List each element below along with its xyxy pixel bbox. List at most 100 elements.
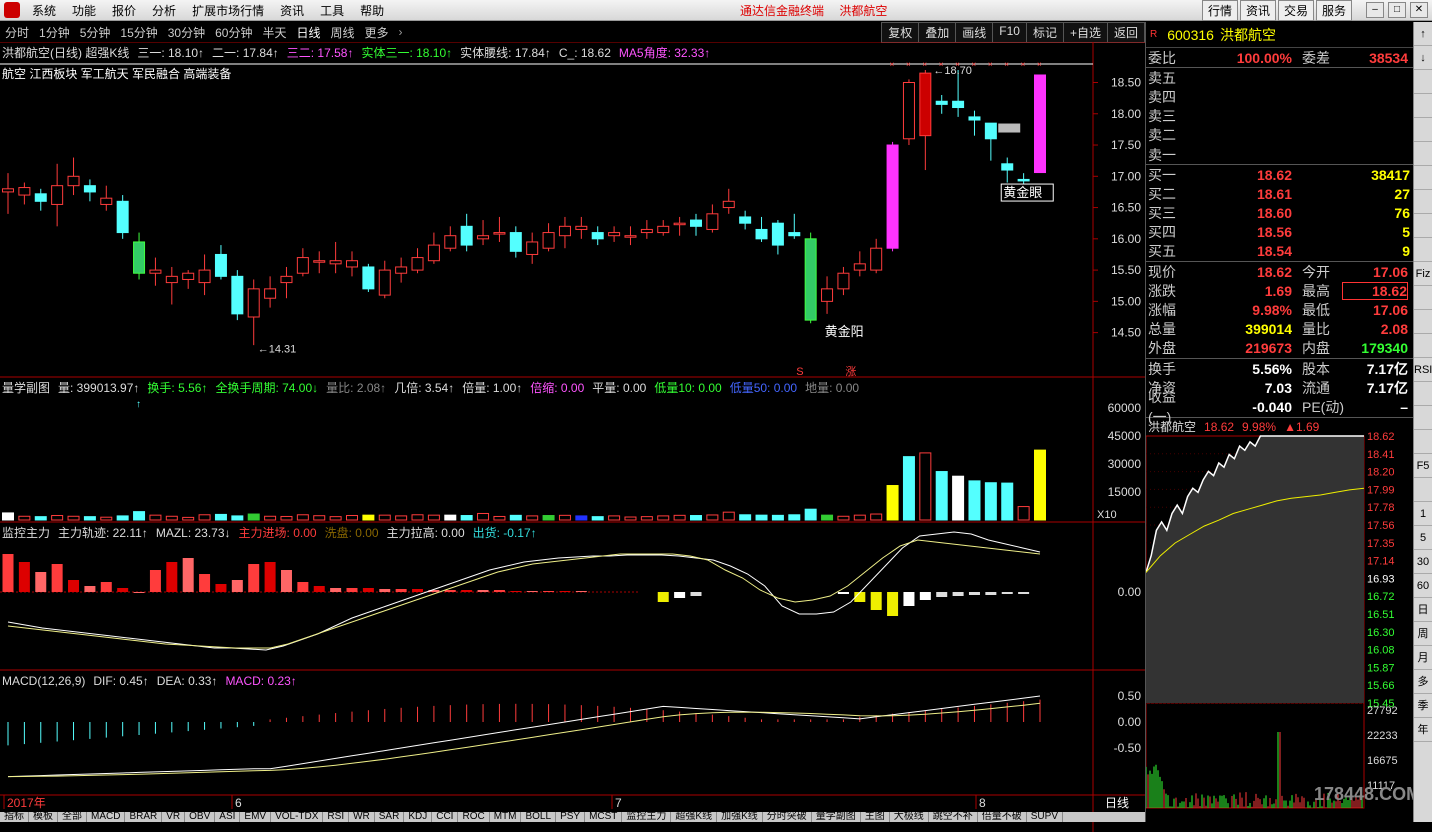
- trade-button[interactable]: 交易: [1278, 0, 1314, 21]
- period-halfday[interactable]: 半天: [257, 24, 291, 41]
- indicator-tab[interactable]: 超强K线: [671, 812, 717, 822]
- period-weekly[interactable]: 周线: [326, 24, 360, 41]
- side-tab[interactable]: [1414, 190, 1432, 214]
- side-tab[interactable]: [1414, 94, 1432, 118]
- side-tab[interactable]: [1414, 142, 1432, 166]
- period-intraday[interactable]: 分时: [0, 24, 34, 41]
- indicator-tab[interactable]: 倍量不破: [978, 812, 1027, 822]
- period-5min[interactable]: 5分钟: [75, 24, 116, 41]
- menu-quote[interactable]: 报价: [104, 2, 144, 19]
- indicator-tab[interactable]: 全部: [58, 812, 87, 822]
- side-tab[interactable]: [1414, 70, 1432, 94]
- draw-button[interactable]: 画线: [955, 22, 993, 43]
- minimize-icon[interactable]: –: [1366, 2, 1384, 18]
- period-more[interactable]: 更多: [360, 24, 394, 41]
- indicator-tab[interactable]: OBV: [185, 812, 215, 822]
- market-button[interactable]: 行情: [1202, 0, 1238, 21]
- menu-system[interactable]: 系统: [24, 2, 64, 19]
- indicator-tab[interactable]: 主图: [861, 812, 890, 822]
- side-tab[interactable]: 年: [1414, 718, 1432, 742]
- indicator-tab[interactable]: ROC: [458, 812, 489, 822]
- indicator-tab[interactable]: 大极线: [890, 812, 929, 822]
- side-tab[interactable]: 日: [1414, 598, 1432, 622]
- intraday-mini-chart[interactable]: 洪都航空 18.62 9.98% ▲1.6918.6218.4118.2017.991…: [1146, 418, 1414, 813]
- overlay-button[interactable]: 叠加: [918, 22, 956, 43]
- indicator-tab[interactable]: 分时突破: [763, 812, 812, 822]
- side-tab[interactable]: [1414, 478, 1432, 502]
- indicator-tab[interactable]: KDJ: [404, 812, 432, 822]
- news-button[interactable]: 资讯: [1240, 0, 1276, 21]
- indicator-tab[interactable]: SUPV: [1027, 812, 1063, 822]
- indicator-tab[interactable]: MTM: [490, 812, 522, 822]
- menu-extended-market[interactable]: 扩展市场行情: [184, 2, 272, 19]
- period-next-icon[interactable]: ›: [394, 25, 408, 39]
- indicator-tab[interactable]: 量学副图: [812, 812, 861, 822]
- menu-news[interactable]: 资讯: [272, 2, 312, 19]
- indicator-tab[interactable]: 模板: [29, 812, 58, 822]
- chart-area[interactable]: 洪都航空(日线) 超强K线 三一: 18.10↑ 二一: 17.84↑ 三二: 17.…: [0, 42, 1145, 832]
- indicator-tab[interactable]: CCI: [432, 812, 458, 822]
- indicator-tab[interactable]: SAR: [375, 812, 405, 822]
- indicator-tab[interactable]: 指标: [0, 812, 29, 822]
- side-tab[interactable]: [1414, 118, 1432, 142]
- side-tab[interactable]: F5: [1414, 454, 1432, 478]
- side-tab[interactable]: [1414, 286, 1432, 310]
- period-1min[interactable]: 1分钟: [34, 24, 75, 41]
- side-tab[interactable]: RSI: [1414, 358, 1432, 382]
- period-60min[interactable]: 60分钟: [210, 24, 257, 41]
- side-tab[interactable]: [1414, 310, 1432, 334]
- period-30min[interactable]: 30分钟: [163, 24, 210, 41]
- side-tab[interactable]: [1414, 430, 1432, 454]
- side-tab[interactable]: 1: [1414, 502, 1432, 526]
- side-tab[interactable]: [1414, 238, 1432, 262]
- indicator-tab[interactable]: VR: [162, 812, 185, 822]
- back-button[interactable]: 返回: [1107, 22, 1145, 43]
- indicator-tab[interactable]: 跳空不补: [929, 812, 978, 822]
- side-tab[interactable]: 季: [1414, 694, 1432, 718]
- side-tab[interactable]: Fiz: [1414, 262, 1432, 286]
- buy-level[interactable]: 买一 18.62 38417: [1146, 165, 1413, 184]
- side-tab[interactable]: 周: [1414, 622, 1432, 646]
- side-tab[interactable]: 60: [1414, 574, 1432, 598]
- menu-analysis[interactable]: 分析: [144, 2, 184, 19]
- menu-function[interactable]: 功能: [64, 2, 104, 19]
- indicator-tab[interactable]: BRAR: [125, 812, 162, 822]
- service-button[interactable]: 服务: [1316, 0, 1352, 21]
- menu-tools[interactable]: 工具: [312, 2, 352, 19]
- menu-help[interactable]: 帮助: [352, 2, 392, 19]
- indicator-tab[interactable]: 监控主力: [622, 812, 671, 822]
- indicator-tab[interactable]: MCST: [585, 812, 622, 822]
- period-daily[interactable]: 日线: [291, 24, 325, 41]
- period-15min[interactable]: 15分钟: [115, 24, 162, 41]
- buy-level[interactable]: 买四 18.56 5: [1146, 223, 1413, 242]
- indicator-tab[interactable]: RSI: [323, 812, 349, 822]
- side-tab[interactable]: 30: [1414, 550, 1432, 574]
- maximize-icon[interactable]: □: [1388, 2, 1406, 18]
- indicator-tab[interactable]: WR: [349, 812, 375, 822]
- f10-button[interactable]: F10: [992, 22, 1027, 43]
- adjust-button[interactable]: 复权: [881, 22, 919, 43]
- side-tab[interactable]: [1414, 214, 1432, 238]
- indicator-tab[interactable]: ASI: [215, 812, 240, 822]
- close-icon[interactable]: ✕: [1410, 2, 1428, 18]
- side-tab[interactable]: [1414, 406, 1432, 430]
- buy-level[interactable]: 买三 18.60 76: [1146, 204, 1413, 223]
- side-tab[interactable]: [1414, 334, 1432, 358]
- mark-button[interactable]: 标记: [1026, 22, 1064, 43]
- side-tab[interactable]: ↓: [1414, 46, 1432, 70]
- indicator-tab[interactable]: 加强K线: [717, 812, 763, 822]
- indicator-tab[interactable]: EMV: [240, 812, 271, 822]
- side-tab[interactable]: [1414, 382, 1432, 406]
- indicator-tab[interactable]: VOL-TDX: [271, 812, 323, 822]
- side-tab[interactable]: 多: [1414, 670, 1432, 694]
- side-tab[interactable]: ↑: [1414, 22, 1432, 46]
- indicator-tab[interactable]: PSY: [556, 812, 585, 822]
- indicator-tab[interactable]: MACD: [87, 812, 125, 822]
- side-tab[interactable]: [1414, 166, 1432, 190]
- side-tab[interactable]: 月: [1414, 646, 1432, 670]
- side-tab[interactable]: 5: [1414, 526, 1432, 550]
- indicator-tab[interactable]: BOLL: [521, 812, 556, 822]
- buy-level[interactable]: 买五 18.54 9: [1146, 242, 1413, 261]
- add-watchlist-button[interactable]: +自选: [1063, 22, 1108, 43]
- buy-level[interactable]: 买二 18.61 27: [1146, 184, 1413, 203]
